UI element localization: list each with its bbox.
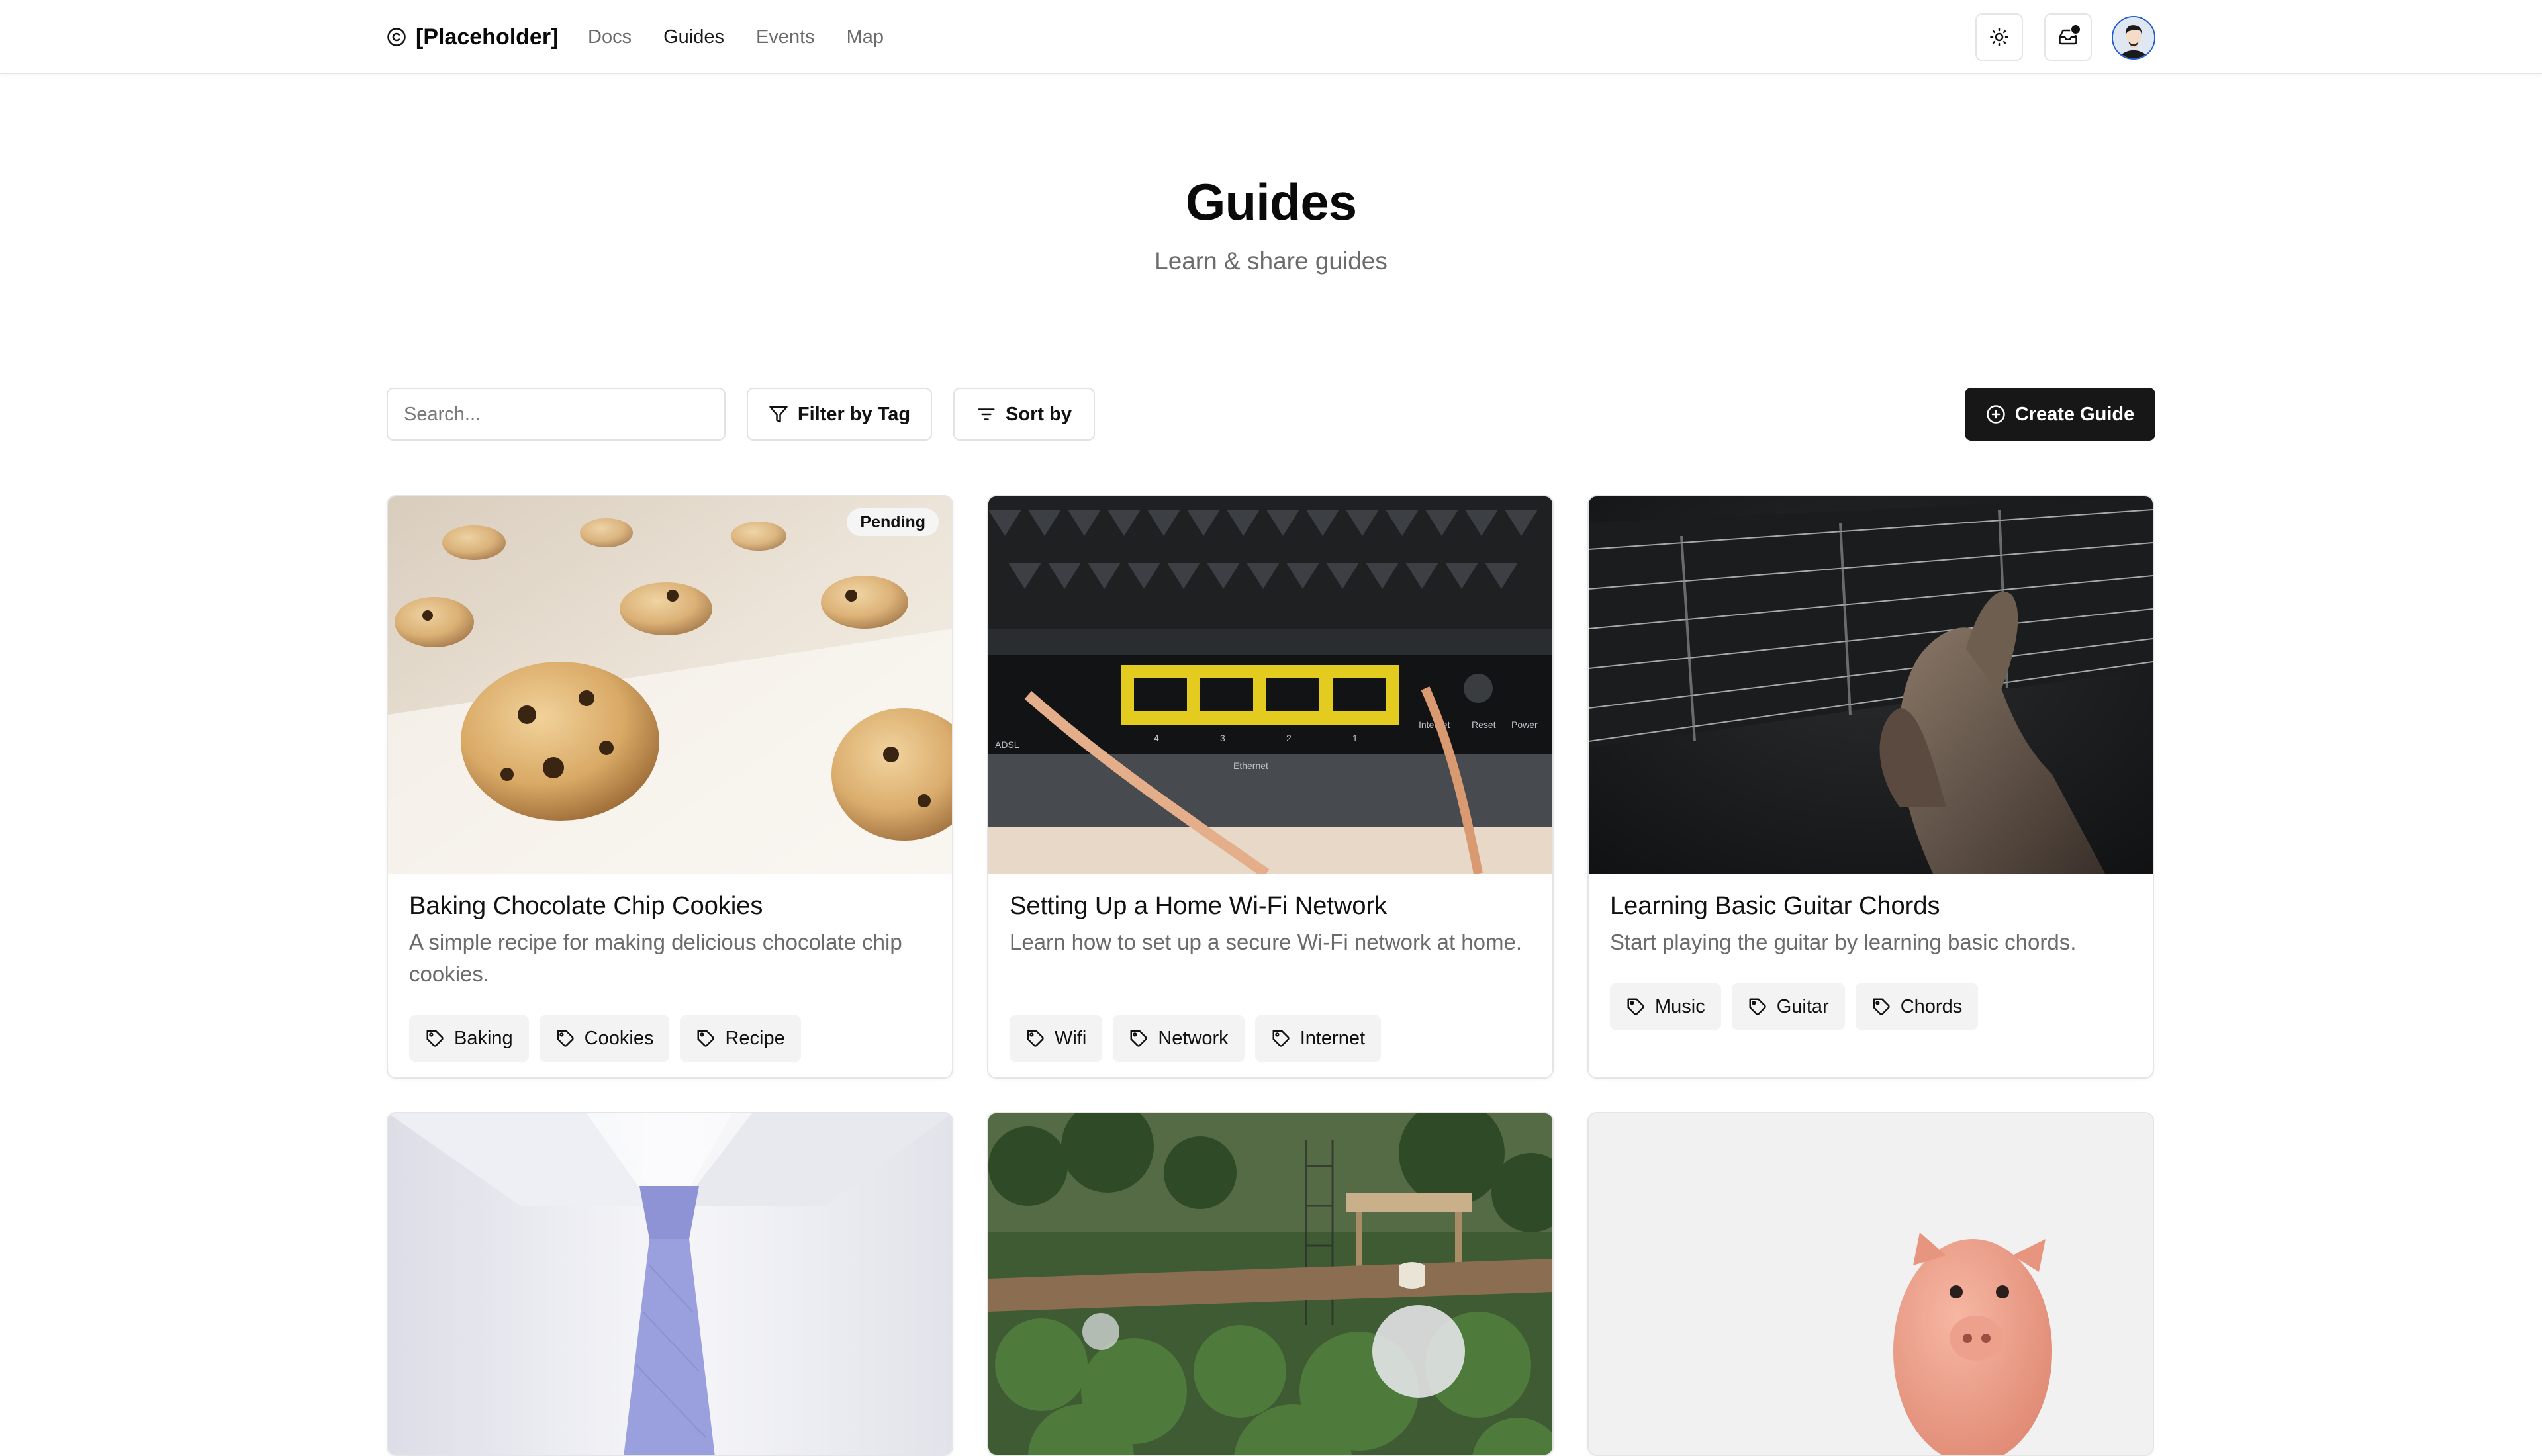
tag-chip[interactable]: Guitar: [1731, 983, 1845, 1030]
svg-text:3: 3: [1220, 733, 1225, 743]
tag-chip[interactable]: Wifi: [1010, 1015, 1103, 1062]
tag-label: Wifi: [1055, 1027, 1087, 1049]
tag-list: Music Guitar Chords: [1610, 983, 1979, 1030]
tag-label: Music: [1655, 995, 1705, 1017]
svg-text:1: 1: [1352, 733, 1358, 743]
tag-icon: [1627, 998, 1644, 1015]
tag-chip[interactable]: Baking: [409, 1015, 529, 1062]
status-badge: Pending: [847, 508, 939, 536]
guide-card[interactable]: [987, 1112, 1554, 1456]
guide-image-tie: [388, 1113, 952, 1455]
sort-lines-icon: [978, 408, 995, 420]
notification-dot: [2070, 24, 2081, 35]
page-title: Guides: [1185, 173, 1357, 231]
create-guide-label: Create Guide: [2014, 403, 2135, 425]
sort-by-button[interactable]: Sort by: [953, 388, 1095, 441]
tag-label: Recipe: [725, 1027, 785, 1049]
avatar-image: [2113, 17, 2154, 58]
guide-card[interactable]: ADSL 4 3 2 1 Ethernet Internet Reset Pow…: [987, 495, 1554, 1079]
guide-image-router: ADSL 4 3 2 1 Ethernet Internet Reset Pow…: [988, 496, 1552, 874]
tag-label: Guitar: [1776, 995, 1829, 1017]
tag-chip[interactable]: Cookies: [539, 1015, 670, 1062]
sun-icon: [1990, 28, 2008, 46]
guide-image-cookies: Pending: [388, 496, 952, 874]
copyright-icon: [387, 28, 406, 46]
tag-icon: [1027, 1030, 1044, 1047]
tag-list: Wifi Network Internet: [1010, 1015, 1382, 1062]
guide-card[interactable]: Pending Baking Chocolate Chip Cookies A …: [387, 495, 953, 1079]
theme-toggle-button[interactable]: [1975, 13, 2023, 61]
tag-list: Baking Cookies Recipe: [409, 1015, 801, 1062]
filter-label: Filter by Tag: [797, 403, 911, 425]
svg-text:Ethernet: Ethernet: [1233, 760, 1268, 771]
svg-text:Power: Power: [1511, 719, 1538, 730]
tag-icon: [1130, 1030, 1148, 1047]
svg-text:ADSL: ADSL: [995, 739, 1019, 750]
tag-chip[interactable]: Recipe: [680, 1015, 801, 1062]
guide-card[interactable]: Learning Basic Guitar Chords Start playi…: [1587, 495, 2154, 1079]
user-avatar[interactable]: [2112, 16, 2155, 60]
guide-title[interactable]: Learning Basic Guitar Chords: [1610, 892, 1940, 921]
tag-icon: [1272, 1030, 1290, 1047]
inbox-button[interactable]: [2044, 13, 2092, 61]
plus-circle-icon: [1987, 405, 2005, 424]
guide-description: Learn how to set up a secure Wi-Fi netwo…: [1010, 930, 1523, 954]
main-nav: Docs Guides Events Map: [588, 21, 884, 53]
tag-chip[interactable]: Network: [1113, 1015, 1245, 1062]
search-input[interactable]: [387, 388, 726, 441]
brand-name: [Placeholder]: [416, 24, 559, 50]
nav-docs[interactable]: Docs: [588, 26, 632, 48]
nav-guides[interactable]: Guides: [663, 26, 724, 48]
create-guide-button[interactable]: Create Guide: [1965, 388, 2155, 441]
top-navbar: [Placeholder] Docs Guides Events Map: [0, 0, 2542, 74]
nav-events[interactable]: Events: [756, 26, 815, 48]
guide-image-piggy-bank: [1589, 1113, 2153, 1455]
svg-text:Reset: Reset: [1472, 719, 1496, 730]
guide-image-garden: [988, 1113, 1552, 1455]
tag-chip[interactable]: Internet: [1254, 1015, 1382, 1062]
filter-by-tag-button[interactable]: Filter by Tag: [747, 388, 932, 441]
guide-card[interactable]: [387, 1112, 953, 1456]
filter-icon: [769, 406, 788, 423]
svg-text:4: 4: [1154, 733, 1159, 743]
tag-label: Internet: [1299, 1027, 1366, 1049]
guide-description: Start playing the guitar by learning bas…: [1610, 930, 2077, 954]
nav-map[interactable]: Map: [847, 26, 884, 48]
guide-title[interactable]: Setting Up a Home Wi-Fi Network: [1010, 892, 1387, 921]
page-subtitle: Learn & share guides: [1154, 248, 1388, 275]
guide-title[interactable]: Baking Chocolate Chip Cookies: [409, 892, 763, 921]
tag-icon: [1749, 998, 1766, 1015]
brand-logo[interactable]: [Placeholder]: [387, 21, 558, 53]
tag-label: Cookies: [584, 1027, 654, 1049]
tag-label: Chords: [1900, 995, 1963, 1017]
tag-icon: [426, 1030, 444, 1047]
tag-icon: [557, 1030, 574, 1047]
tag-label: Network: [1158, 1027, 1229, 1049]
guide-card[interactable]: [1587, 1112, 2154, 1456]
tag-chip[interactable]: Chords: [1855, 983, 1979, 1030]
tag-label: Baking: [454, 1027, 513, 1049]
svg-text:2: 2: [1286, 733, 1292, 743]
tag-chip[interactable]: Music: [1610, 983, 1721, 1030]
tag-icon: [697, 1030, 715, 1047]
guide-image-guitar: [1589, 496, 2153, 874]
tag-icon: [1873, 998, 1890, 1015]
sort-label: Sort by: [1006, 403, 1072, 425]
guide-description: A simple recipe for making delicious cho…: [409, 930, 902, 986]
